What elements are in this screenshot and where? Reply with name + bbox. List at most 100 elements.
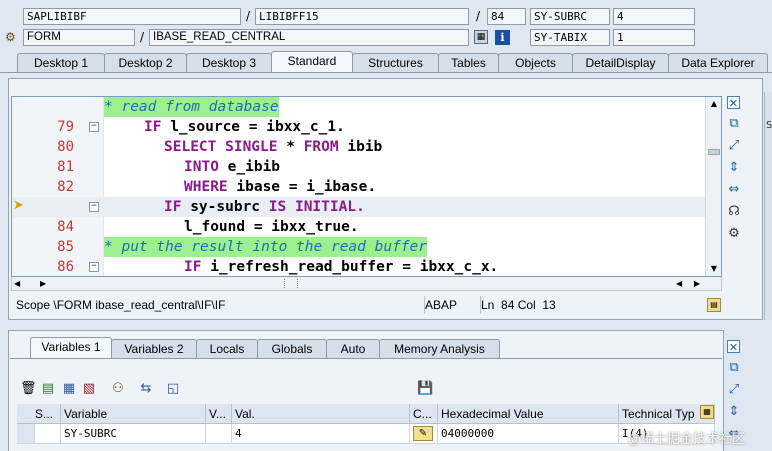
display-icon[interactable]: ▦ xyxy=(474,30,488,44)
delete-icon[interactable]: 🗑 xyxy=(20,381,37,397)
tab-variables-2[interactable]: Variables 2 xyxy=(111,339,197,358)
code-text: SELECT SINGLE * FROM ibib xyxy=(164,139,383,155)
scroll-left-icon[interactable]: ◀ xyxy=(676,277,682,291)
language-status: ABAP xyxy=(424,296,472,314)
tab-locals[interactable]: Locals xyxy=(196,339,258,358)
code-comment: * put the result into the read buffer xyxy=(104,237,428,257)
fold-icon[interactable]: − xyxy=(89,262,99,272)
editor-vertical-scrollbar[interactable]: ▲ ▼ xyxy=(705,97,721,276)
tab-desktop-2[interactable]: Desktop 2 xyxy=(104,53,187,72)
scroll-left-icon[interactable]: ◀ xyxy=(14,277,20,291)
event-type-field[interactable]: FORM xyxy=(23,29,135,46)
tab-baseline xyxy=(0,72,772,73)
watermark: @稀土掘金技术社区 xyxy=(628,432,746,447)
object-icon[interactable]: ◱ xyxy=(165,381,181,397)
settings-icon[interactable]: ⚙ xyxy=(726,226,742,242)
tab-desktop-1[interactable]: Desktop 1 xyxy=(17,53,105,72)
tab-globals[interactable]: Globals xyxy=(257,339,327,358)
current-line-arrow-icon: ➤ xyxy=(13,198,24,213)
var2-value-field[interactable]: 1 xyxy=(613,29,695,46)
scroll-right-icon[interactable]: ▶ xyxy=(40,277,46,291)
cell-value[interactable]: 4 xyxy=(232,424,410,444)
col-header-s[interactable]: S... xyxy=(17,404,61,424)
cell-c[interactable]: ✎ xyxy=(410,424,438,444)
separator: / xyxy=(140,30,145,44)
tab-standard[interactable]: Standard xyxy=(271,51,353,73)
scroll-grip[interactable] xyxy=(284,279,298,288)
append-row-icon[interactable]: ▦ xyxy=(61,381,77,397)
code-line: 81 SELECT SINGLE * FROM ibib xyxy=(12,137,721,175)
code-line: 85 l_found = ibxx_true. xyxy=(12,217,721,255)
tab-objects[interactable]: Objects xyxy=(498,53,573,72)
tab-structures[interactable]: Structures xyxy=(352,53,439,72)
maximize-icon[interactable]: ⤢ xyxy=(726,138,742,154)
tab-auto[interactable]: Auto xyxy=(326,339,380,358)
include-field[interactable]: LIBIBFF15 xyxy=(255,8,469,25)
splitter-text: S xyxy=(766,120,772,131)
transfer-icon[interactable]: ⇆ xyxy=(138,381,154,397)
var1-value-field[interactable]: 4 xyxy=(613,8,695,25)
pencil-icon[interactable]: ✎ xyxy=(413,426,433,441)
split-view-icon[interactable]: ⧉ xyxy=(726,116,742,132)
fold-icon[interactable]: − xyxy=(89,122,99,132)
cell-v xyxy=(206,424,232,444)
code-line: 86 * put the result into the read buffer xyxy=(12,237,721,275)
info-icon[interactable]: i xyxy=(495,30,510,45)
tab-desktop-3[interactable]: Desktop 3 xyxy=(186,53,272,72)
code-text: IF l_source = ibxx_c_1. xyxy=(144,119,345,135)
close-icon[interactable]: ✕ xyxy=(727,96,740,110)
source-editor[interactable]: 79 * read from database 80 − IF l_source… xyxy=(11,96,722,277)
code-text: IF sy-subrc IS INITIAL. xyxy=(164,199,365,215)
editor-horizontal-scrollbar[interactable]: ◀ ▶ ◀ ▶ xyxy=(11,277,722,291)
code-text: IF i_refresh_read_buffer = ibxx_c_x. xyxy=(184,259,499,275)
col-header-value[interactable]: Val. xyxy=(232,404,410,424)
fold-icon[interactable]: − xyxy=(89,202,99,212)
cell-hex[interactable]: 04000000 xyxy=(438,424,619,444)
current-code-line: 84 − IF sy-subrc IS INITIAL. xyxy=(12,197,721,235)
scroll-thumb[interactable] xyxy=(708,149,720,155)
code-text: INTO e_ibib xyxy=(184,159,281,175)
maximize-icon[interactable]: ⤢ xyxy=(726,382,742,398)
code-line: 82 INTO e_ibib xyxy=(12,157,721,195)
col-header-hex[interactable]: Hexadecimal Value xyxy=(438,404,619,424)
tab-variables-1[interactable]: Variables 1 xyxy=(30,337,112,359)
cell-variable[interactable]: SY-SUBRC xyxy=(61,424,206,444)
scope-status: Scope \FORM ibase_read_central\IF\IF xyxy=(16,298,226,312)
code-text: WHERE ibase = i_ibase. xyxy=(184,179,377,195)
tab-detail-display[interactable]: DetailDisplay xyxy=(572,53,669,72)
tab-tables[interactable]: Tables xyxy=(438,53,499,72)
var2-name-field[interactable]: SY-TABIX xyxy=(530,29,610,46)
split-view-icon[interactable]: ⧉ xyxy=(726,360,742,376)
vertical-resize-icon[interactable]: ⇕ xyxy=(726,160,742,176)
save-icon[interactable]: 💾 xyxy=(417,381,433,397)
var-tab-baseline xyxy=(10,358,722,359)
tab-memory-analysis[interactable]: Memory Analysis xyxy=(379,339,500,358)
separator: / xyxy=(476,9,481,23)
delete-row-icon[interactable]: ▧ xyxy=(81,381,97,397)
event-name-field[interactable]: IBASE_READ_CENTRAL xyxy=(149,29,469,46)
scroll-right-icon[interactable]: ▶ xyxy=(694,277,700,291)
code-line: 83 WHERE ibase = i_ibase. xyxy=(12,177,721,215)
code-comment: * read from database xyxy=(104,97,279,117)
line-field[interactable]: 84 xyxy=(487,8,526,25)
col-header-c[interactable]: C... xyxy=(410,404,438,424)
column-layout-icon[interactable]: ▦ xyxy=(700,405,714,419)
status-icon[interactable]: ▤ xyxy=(707,298,721,312)
row-selector[interactable] xyxy=(17,424,35,444)
cursor-position: Ln 84 Col 13 xyxy=(480,296,700,314)
breakpoint-icon[interactable]: ☊ xyxy=(726,204,742,220)
code-text: l_found = ibxx_true. xyxy=(184,219,359,235)
var1-name-field[interactable]: SY-SUBRC xyxy=(530,8,610,25)
col-header-v[interactable]: V... xyxy=(206,404,232,424)
program-field[interactable]: SAPLIBIBF xyxy=(23,8,241,25)
tab-data-explorer[interactable]: Data Explorer xyxy=(668,53,768,72)
horizontal-resize-icon[interactable]: ⇔ xyxy=(726,182,742,198)
close-icon[interactable]: ✕ xyxy=(727,340,740,354)
scroll-down-icon[interactable]: ▼ xyxy=(708,263,720,275)
insert-row-icon[interactable]: ▤ xyxy=(40,381,56,397)
vertical-resize-icon[interactable]: ⇕ xyxy=(726,404,742,420)
hierarchy-icon[interactable]: ⚇ xyxy=(110,381,126,397)
col-header-variable[interactable]: Variable xyxy=(61,404,206,424)
code-line: 79 * read from database xyxy=(12,97,721,135)
scroll-up-icon[interactable]: ▲ xyxy=(708,98,720,110)
